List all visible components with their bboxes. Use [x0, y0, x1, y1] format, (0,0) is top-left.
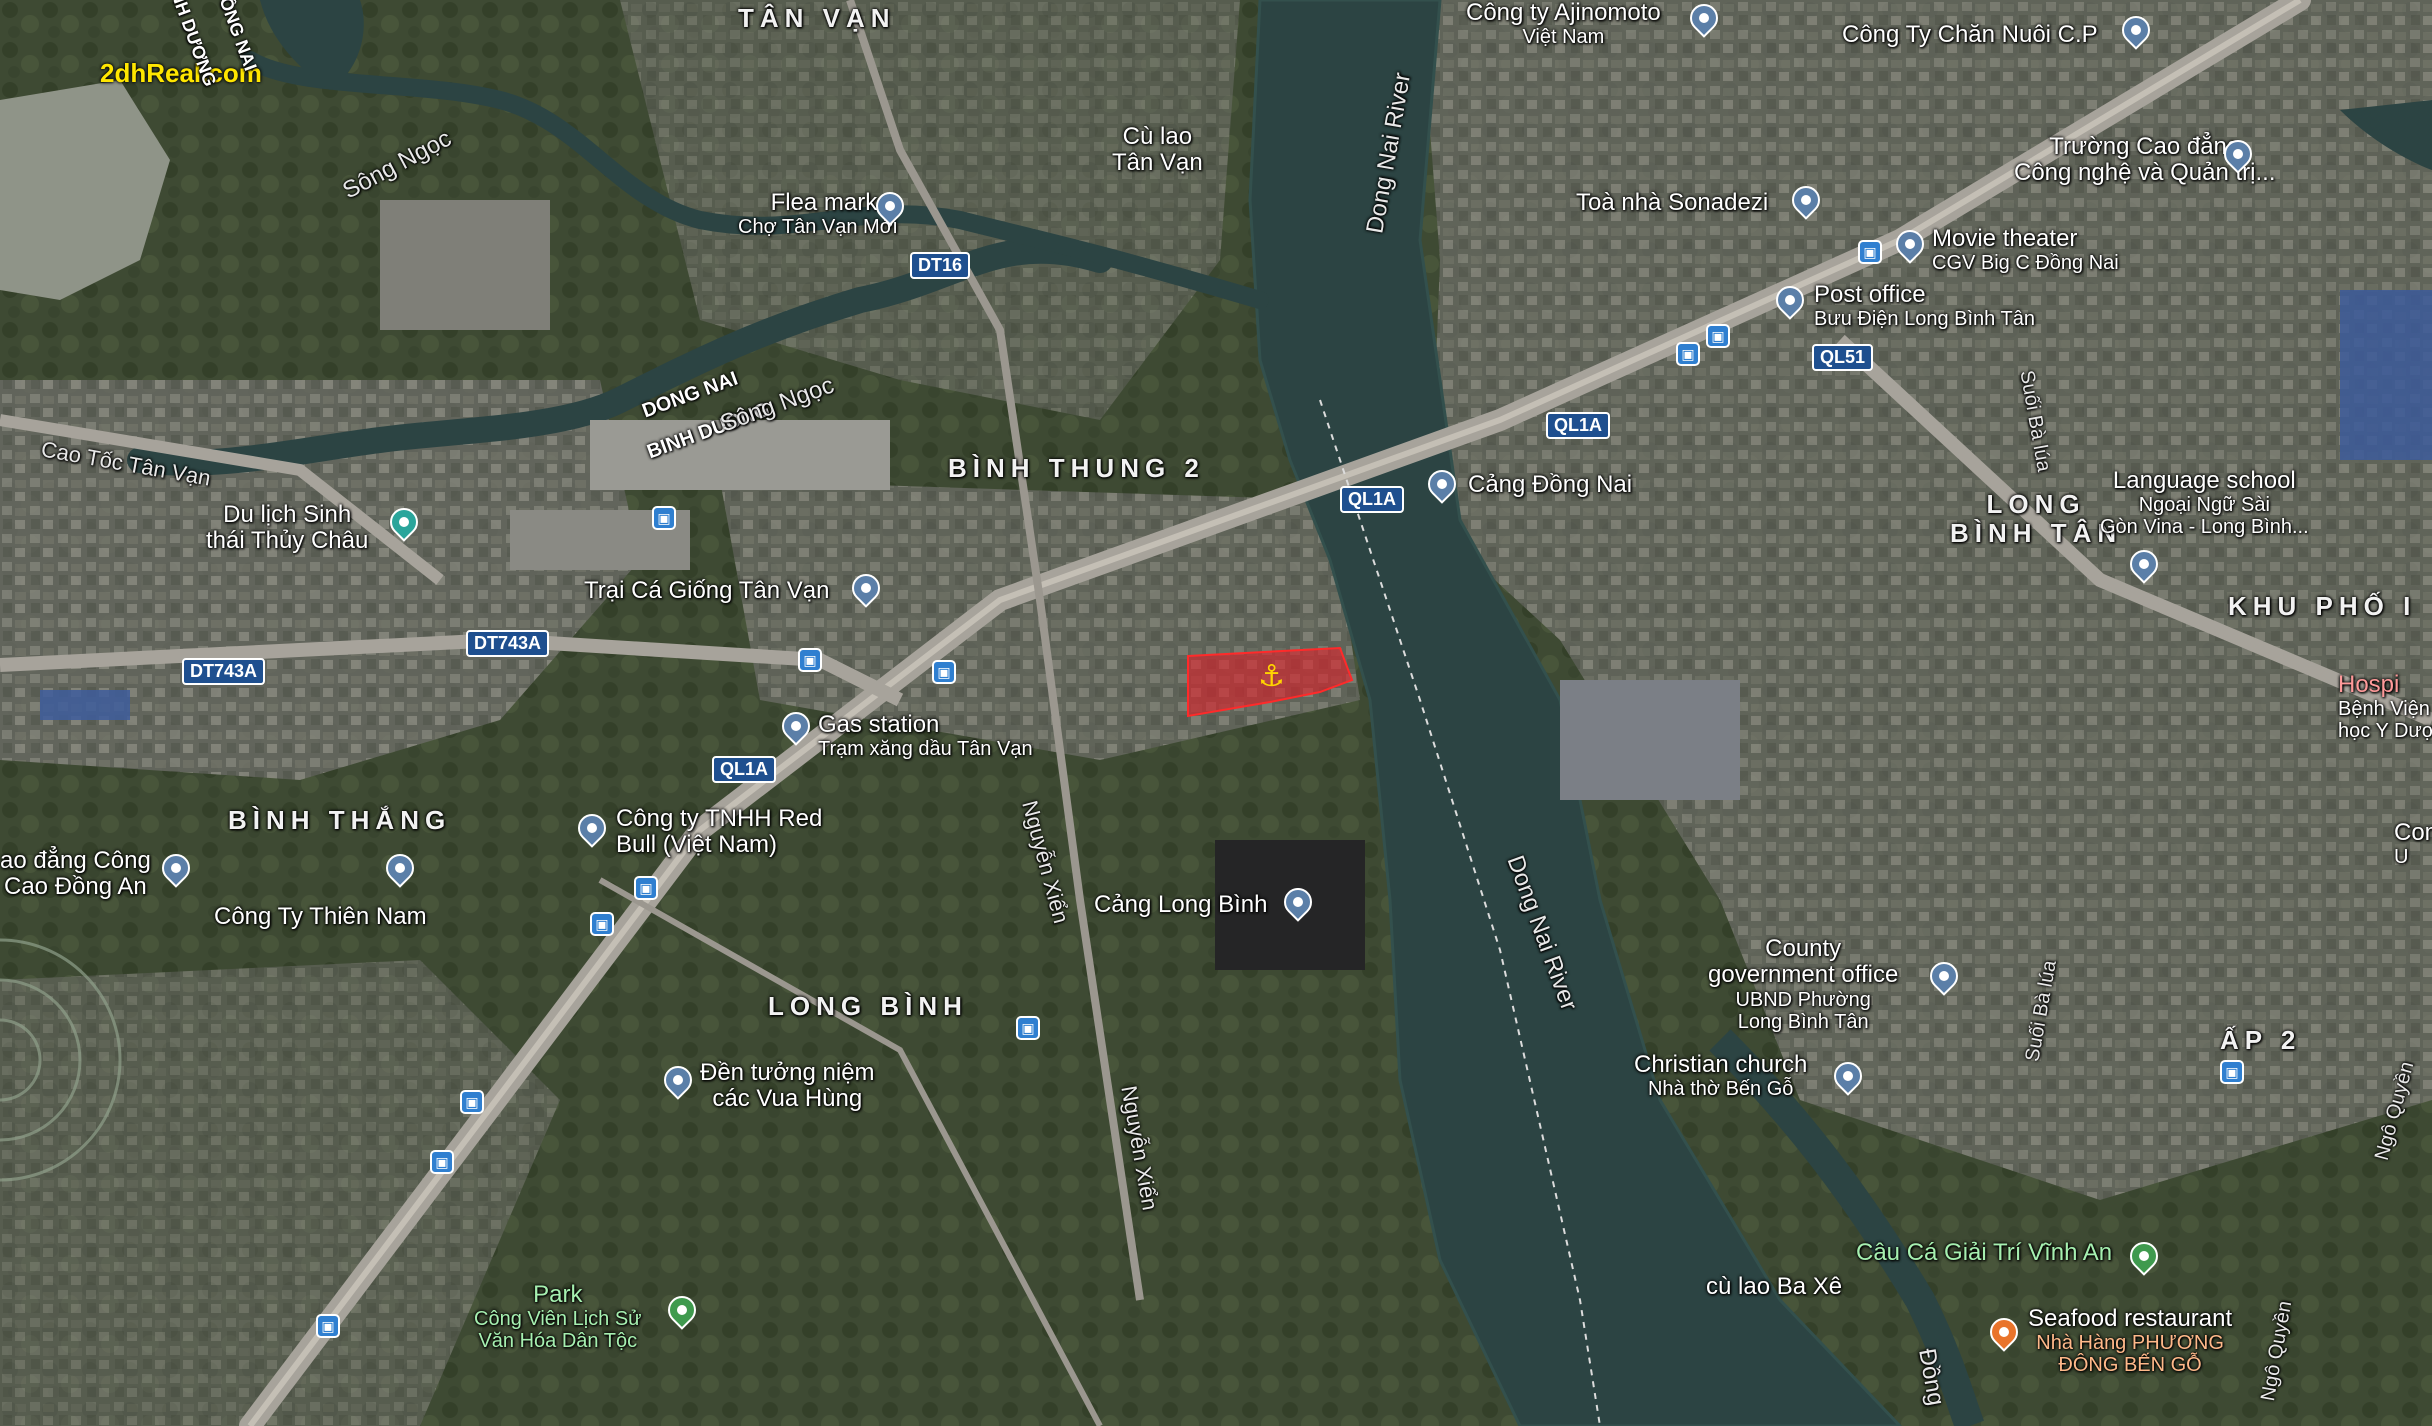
poi-title-line-2: government office: [1708, 961, 1899, 989]
poi-subtitle: Công Viên Lịch Sử: [474, 1308, 642, 1331]
poi-subtitle: CGV Big C Đồng Nai: [1932, 252, 2119, 275]
poi-title: Hospi: [2338, 671, 2400, 698]
area-label-ap-2: ẤP 2: [2220, 1025, 2302, 1055]
poi-title: Language school: [2112, 467, 2296, 494]
poi-chan-nuoi[interactable]: Công Ty Chăn Nuôi C.P: [1842, 21, 2098, 48]
poi-subtitle: Long Bình Tân: [1737, 1010, 1869, 1033]
poi-title: Trường Cao đẳng: [2049, 133, 2241, 160]
poi-christian-church[interactable]: Christian church Nhà thờ Bến Gỗ: [1634, 1051, 1808, 1101]
poi-hospital[interactable]: Hospi Bệnh Viện Đ học Y Dượ: [2338, 671, 2432, 743]
poi-subtitle: Trạm xăng dầu Tân Vạn: [818, 738, 1033, 761]
poi-title: Gas station: [818, 711, 940, 738]
poi-sonadezi[interactable]: Toà nhà Sonadezi: [1576, 189, 1768, 216]
place-label-cu-lao-ba-xe: cù lao Ba Xê: [1706, 1273, 1843, 1300]
poi-subtitle: Nhà thờ Bến Gỗ: [1647, 1078, 1794, 1101]
poi-subtitle: Việt Nam: [1522, 26, 1605, 49]
poi-subtitle: U: [2394, 846, 2409, 869]
bus-stop-icon[interactable]: ▣: [2220, 1060, 2244, 1084]
area-label-binh-thang: BÌNH THẮNG: [228, 805, 452, 835]
poi-red-bull[interactable]: Công ty TNHH Red Bull (Việt Nam): [616, 805, 823, 859]
bus-stop-icon[interactable]: ▣: [460, 1090, 484, 1114]
bus-stop-icon[interactable]: ▣: [590, 912, 614, 936]
poi-movie[interactable]: Movie theater CGV Big C Đồng Nai: [1932, 225, 2119, 275]
bus-stop-icon[interactable]: ▣: [798, 648, 822, 672]
poi-den-tuong-niem[interactable]: Đền tưởng niệm các Vua Hùng: [700, 1059, 875, 1113]
poi-subtitle: học Y Dượ: [2338, 720, 2432, 743]
place-label-line: Cù lao: [1122, 123, 1193, 150]
poi-title: Du lịch Sinh: [223, 501, 352, 528]
bus-stop-icon[interactable]: ▣: [430, 1150, 454, 1174]
area-label-long-binh-tan: LONG BÌNH TÂN: [1950, 490, 2122, 547]
poi-title: Post office: [1814, 281, 1926, 308]
bus-stop-icon[interactable]: ▣: [1676, 342, 1700, 366]
poi-comm[interactable]: Comm U: [2394, 819, 2432, 869]
project-site-highlight[interactable]: ⚓: [1180, 640, 1360, 720]
poi-gas-station[interactable]: Gas station Trạm xăng dầu Tân Vạn: [818, 711, 1033, 761]
poi-subtitle: Gòn Vina - Long Bình...: [2100, 516, 2309, 539]
poi-title-line-2: thái Thủy Châu: [206, 527, 369, 555]
poi-subtitle: Nhà Hàng PHƯƠNG: [2036, 1332, 2224, 1355]
poi-title-line-2: các Vua Hùng: [712, 1085, 863, 1113]
poi-subtitle: ĐÔNG BẾN GỖ: [2058, 1354, 2202, 1377]
poi-park[interactable]: Park Công Viên Lịch Sử Văn Hóa Dân Tộc: [474, 1281, 642, 1353]
road-shield-ql1a-3: QL1A: [712, 756, 777, 783]
satellite-map[interactable]: ⚓ 2dhReal.com TÂN VẠN BÌNH THUNG 2 LONG …: [0, 0, 2432, 1426]
area-label-binh-thung-2: BÌNH THUNG 2: [948, 453, 1205, 483]
area-label-line: LONG: [1986, 489, 2086, 519]
poi-cang-long-binh[interactable]: Cảng Long Bình: [1094, 891, 1267, 918]
road-shield-dt16: DT16: [910, 252, 971, 279]
poi-thien-nam[interactable]: Công Ty Thiên Nam: [214, 903, 427, 930]
poi-title: County: [1765, 935, 1842, 962]
road-shield-ql1a-2: QL1A: [1546, 412, 1611, 439]
area-label-line: BÌNH TÂN: [1950, 517, 2123, 548]
area-label-long-binh: LONG BÌNH: [768, 991, 968, 1021]
poi-cao-dang-cong[interactable]: ao đẳng Công Cao Đồng An: [0, 847, 151, 901]
poi-thuy-chau[interactable]: Du lịch Sinh thái Thủy Châu: [206, 501, 369, 555]
road-shield-dt743a-2: DT743A: [182, 658, 266, 685]
road-shield-ql1a: QL1A: [1340, 486, 1405, 513]
place-label-line: Tân Vạn: [1112, 149, 1203, 177]
bus-stop-icon[interactable]: ▣: [1858, 240, 1882, 264]
bus-stop-icon[interactable]: ▣: [316, 1314, 340, 1338]
poi-flea-market[interactable]: Flea market Chợ Tân Vạn Mới: [738, 189, 898, 239]
poi-ajinomoto[interactable]: Công ty Ajinomoto Việt Nam: [1466, 0, 1661, 48]
poi-title: ao đẳng Công: [0, 847, 151, 874]
bus-stop-icon[interactable]: ▣: [652, 506, 676, 530]
bus-stop-icon[interactable]: ▣: [1016, 1016, 1040, 1040]
poi-subtitle: Bưu Điện Long Bình Tân: [1814, 308, 2035, 331]
poi-subtitle: Ngoại Ngữ Sài: [2138, 494, 2270, 517]
poi-cang-dong-nai[interactable]: Cảng Đồng Nai: [1468, 471, 1632, 498]
anchor-icon: ⚓: [1258, 659, 1285, 694]
poi-title: Comm: [2394, 819, 2432, 846]
poi-title: Movie theater: [1932, 225, 2078, 252]
poi-trai-ca[interactable]: Trại Cá Giống Tân Vạn: [584, 577, 829, 604]
poi-title: Công ty Ajinomoto: [1466, 0, 1661, 26]
road-shield-ql51: QL51: [1812, 344, 1874, 371]
poi-title-line-2: Cao Đồng An: [4, 873, 147, 901]
poi-post-office[interactable]: Post office Bưu Điện Long Bình Tân: [1814, 281, 2035, 331]
poi-subtitle: UBND Phường: [1735, 988, 1871, 1011]
poi-title: Christian church: [1634, 1051, 1808, 1078]
poi-title-line-2: Bull (Việt Nam): [616, 831, 777, 859]
poi-subtitle: Chợ Tân Vạn Mới: [738, 216, 898, 239]
bus-stop-icon[interactable]: ▣: [932, 660, 956, 684]
poi-title: Seafood restaurant: [2028, 1305, 2233, 1332]
place-label-cu-lao-tan-van: Cù lao Tân Vạn: [1112, 123, 1203, 177]
poi-county-office[interactable]: County government office UBND Phường Lon…: [1708, 935, 1899, 1033]
bus-stop-icon[interactable]: ▣: [1706, 324, 1730, 348]
poi-title: Đền tưởng niệm: [700, 1059, 875, 1086]
area-label-tan-van: TÂN VẠN: [738, 3, 896, 33]
poi-language-school[interactable]: Language school Ngoại Ngữ Sài Gòn Vina -…: [2100, 467, 2309, 539]
poi-title: Công ty TNHH Red: [616, 805, 823, 832]
poi-seafood[interactable]: Seafood restaurant Nhà Hàng PHƯƠNG ĐÔNG …: [2028, 1305, 2233, 1377]
poi-subtitle: Văn Hóa Dân Tộc: [478, 1330, 638, 1353]
poi-title: Park: [533, 1281, 583, 1308]
poi-cau-ca[interactable]: Câu Cá Giải Trí Vĩnh An: [1856, 1239, 2112, 1266]
poi-subtitle: Bệnh Viện Đ: [2338, 698, 2432, 721]
area-label-khu-pho: KHU PHỐ I: [2228, 591, 2417, 621]
road-shield-dt743a: DT743A: [466, 630, 550, 657]
bus-stop-icon[interactable]: ▣: [634, 876, 658, 900]
